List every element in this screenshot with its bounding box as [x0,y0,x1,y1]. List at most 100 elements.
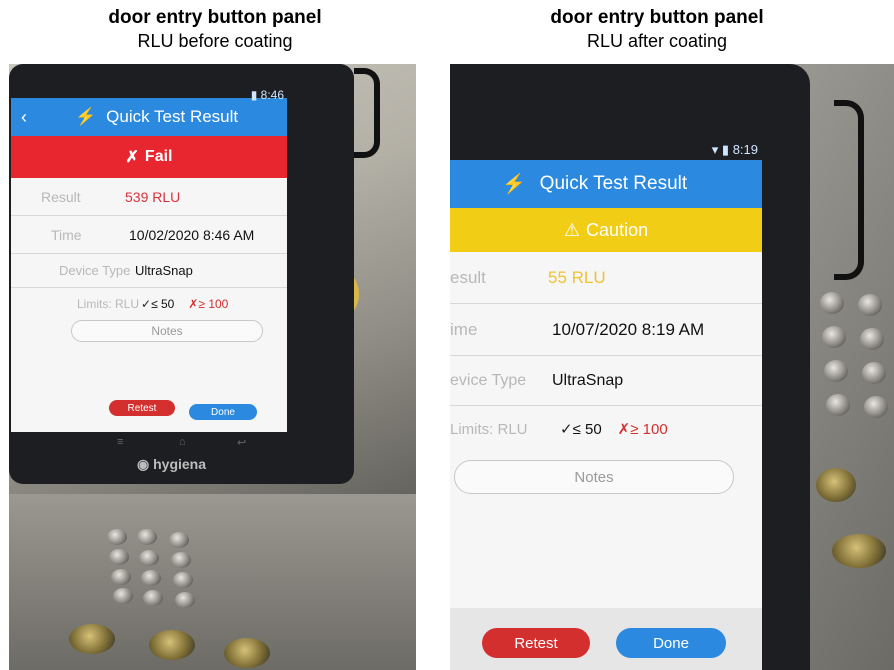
luminometer-device: ▾ ▮ 8:19 ⚡ Quick Test Result ⚠ Caution e… [450,64,810,670]
bolt-icon: ⚡ [502,174,526,195]
nav-back-icon[interactable]: ↩ [237,436,246,449]
device-type-row: Device Type UltraSnap [11,254,287,288]
keypad-button [111,569,131,585]
fail-x-icon: ✗ [125,149,139,166]
keypad-button [862,362,886,384]
left-caption-subtitle: RLU before coating [137,31,293,51]
call-button [69,624,115,654]
call-button [224,638,270,668]
limit-pass: ≤ 50 [572,420,602,438]
done-button[interactable]: Done [189,404,257,420]
limits-row: Limits: RLU ✓ ≤ 50 ✗ ≥ 100 [11,288,287,320]
status-time: 8:46 [260,88,284,102]
device-type-row: evice Type UltraSnap [450,356,762,406]
result-row: esult 55 RLU [450,252,762,304]
keypad-button [864,396,888,418]
limit-pass: ≤ 50 [151,297,175,311]
notes-field[interactable]: Notes [454,460,734,494]
keypad-button [173,572,193,588]
nav-menu-icon[interactable]: ≡ [117,436,123,448]
keypad-button [824,360,848,382]
device-type-label: Device Type [59,263,131,278]
keypad-button [141,570,161,586]
keypad-button [169,532,189,548]
result-row: Result 539 RLU [11,178,287,216]
retest-button[interactable]: Retest [482,628,590,658]
limit-fail: ≥ 100 [198,297,229,311]
limits-row: Limits: RLU ✓ ≤ 50 ✗ ≥ 100 [450,406,762,452]
banner-text: Fail [144,148,173,165]
app-header: ⚡ Quick Test Result [450,160,762,208]
done-button[interactable]: Done [616,628,726,658]
keypad-button [109,549,129,565]
time-label: ime [450,319,478,339]
device-strap [834,100,864,280]
time-row: ime 10/07/2020 8:19 AM [450,304,762,356]
call-button [149,630,195,660]
limit-fail: ≥ 100 [630,420,668,438]
limits-label: Limits: RLU [77,297,140,311]
result-value: 55 RLU [548,267,606,287]
keypad-button [107,529,127,545]
header-title: Quick Test Result [539,173,688,194]
limits-label: Limits: RLU [450,420,528,438]
check-icon: ✓ [560,421,573,438]
brand-text: hygiena [153,456,207,472]
left-caption: door entry button panel RLU before coati… [5,6,425,52]
brand-logo: ◉ hygiena [137,456,206,473]
header-title: Quick Test Result [106,107,239,126]
cross-icon: ✗ [188,297,199,311]
keypad-button [822,326,846,348]
time-row: Time 10/02/2020 8:46 AM [11,216,287,254]
wifi-icon: ▾ [711,142,719,157]
keypad-button [139,550,159,566]
left-caption-title: door entry button panel [108,7,322,28]
left-photo: ‹ ⚡ Quick Test Result ✗ Fail Result 539 … [9,64,416,670]
device-strap [354,68,380,158]
call-button [832,534,886,568]
bolt-icon: ⚡ [75,107,97,126]
cross-icon: ✗ [617,421,631,438]
back-arrow-icon[interactable]: ‹ [21,107,27,128]
status-time: 8:19 [732,142,758,157]
device-screen: ⚡ Quick Test Result ⚠ Caution esult 55 R… [450,160,762,670]
keypad-button [858,294,882,316]
right-caption: door entry button panel RLU after coatin… [447,6,867,52]
status-bar: ▾ ▮ 8:19 [712,142,758,158]
comparison-figure: door entry button panel RLU before coati… [0,0,894,670]
call-button [816,468,856,502]
keypad-button [820,292,844,314]
nav-home-icon[interactable]: ⌂ [179,436,186,448]
result-value: 539 RLU [125,188,181,205]
luminometer-device: ‹ ⚡ Quick Test Result ✗ Fail Result 539 … [9,64,354,484]
time-value: 10/02/2020 8:46 AM [129,226,255,243]
app-header: ‹ ⚡ Quick Test Result [11,98,287,136]
device-type-label: evice Type [450,371,527,389]
keypad-button [860,328,884,350]
battery-icon: ▮ [250,88,258,102]
keypad-button [137,529,157,545]
keypad-button [143,590,163,606]
caution-banner: ⚠ Caution [450,208,762,252]
device-type-value: UltraSnap [135,263,193,278]
time-label: Time [51,226,82,243]
retest-button[interactable]: Retest [109,400,175,416]
right-caption-subtitle: RLU after coating [586,31,728,51]
check-icon: ✓ [141,297,152,311]
status-bar: ▮ 8:46 [251,88,284,102]
battery-icon: ▮ [721,142,730,157]
keypad-button [171,552,191,568]
result-label: Result [41,188,81,205]
result-label: esult [450,267,486,287]
fail-banner: ✗ Fail [11,136,287,178]
caution-triangle-icon: ⚠ [563,219,581,240]
time-value: 10/07/2020 8:19 AM [552,319,705,339]
notes-field[interactable]: Notes [71,320,263,342]
device-type-value: UltraSnap [552,371,624,389]
keypad-button [826,394,850,416]
keypad-button [175,592,195,608]
hygiena-logo-icon: ◉ [137,456,150,472]
right-photo: ▾ ▮ 8:19 ⚡ Quick Test Result ⚠ Caution e… [450,64,894,670]
keypad-button [113,588,133,604]
device-screen: ‹ ⚡ Quick Test Result ✗ Fail Result 539 … [11,98,287,432]
